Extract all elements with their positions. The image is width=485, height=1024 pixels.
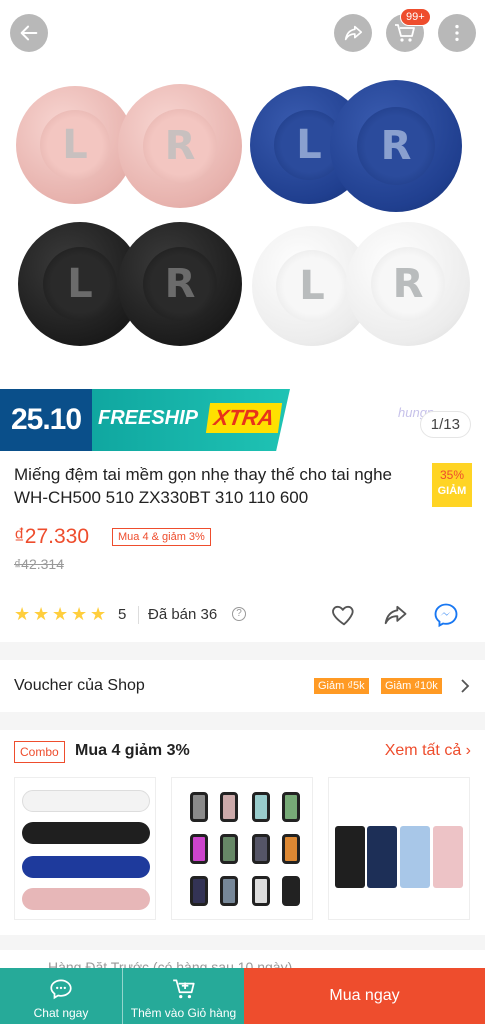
- case-navy: [367, 826, 397, 888]
- bottom-action-bar: Chat ngay Thêm vào Giỏ hàng Mua ngay: [0, 968, 485, 1024]
- original-price: ₫42.314: [14, 556, 65, 572]
- chat-now-label: Chat ngay: [33, 1006, 89, 1020]
- back-button[interactable]: [10, 14, 48, 52]
- star-icon: ★: [71, 604, 88, 624]
- add-to-cart-label: Thêm vào Giỏ hàng: [130, 1006, 237, 1020]
- combo-tag: Combo: [14, 741, 65, 763]
- earpad-blue-right: R: [330, 80, 462, 212]
- chat-now-button[interactable]: Chat ngay: [0, 968, 122, 1024]
- messenger-share-button[interactable]: [432, 601, 460, 629]
- combo-section: Combo Mua 4 giảm 3% Xem tất cả ›: [0, 730, 485, 935]
- case-pink: [433, 826, 463, 888]
- strap-icon: [252, 792, 270, 822]
- buy-now-label: Mua ngay: [329, 987, 400, 1004]
- strap-icon: [190, 834, 208, 864]
- share-icon: [344, 25, 363, 41]
- sold-count: Đã bán 36: [148, 606, 218, 623]
- share-button[interactable]: [334, 14, 372, 52]
- cart-button[interactable]: 99+: [386, 8, 431, 52]
- add-cart-icon: [172, 979, 195, 999]
- combo-product-cases[interactable]: [328, 777, 470, 920]
- strap-icon: [282, 834, 300, 864]
- strap-icon: [220, 792, 238, 822]
- star-icon: ★: [33, 604, 50, 624]
- divider: [138, 606, 139, 624]
- star-icon: ★: [90, 604, 107, 624]
- strap-icon: [282, 792, 300, 822]
- shop-voucher-row[interactable]: Voucher của Shop Giảm ₫5k Giảm ₫10k: [0, 660, 485, 712]
- discount-badge: 35% GIẢM: [432, 463, 472, 507]
- see-all-link[interactable]: Xem tất cả ›: [385, 742, 471, 760]
- product-image[interactable]: L R L R L R L R 99+: [0, 0, 485, 389]
- chevron-right-icon: ›: [465, 742, 471, 759]
- share-icon: [384, 605, 407, 625]
- product-info: Miếng đệm tai mềm gọn nhẹ thay thế cho t…: [0, 451, 485, 642]
- product-title: Miếng đệm tai mềm gọn nhẹ thay thế cho t…: [14, 465, 393, 507]
- bundle-promo-tag[interactable]: Mua 4 & giảm 3%: [112, 528, 211, 546]
- current-price: ₫27.330: [14, 525, 90, 548]
- strap-icon: [252, 876, 270, 906]
- promo-banner: 25.10 FREESHIP XTRA hungp... 1/13: [0, 389, 485, 451]
- chevron-right-icon: [461, 679, 470, 693]
- messenger-icon: [434, 603, 458, 628]
- headband-blue: [22, 856, 150, 878]
- banner-xtra: XTRA: [205, 403, 282, 433]
- preorder-notice: Hàng Đặt Trước (có hàng sau 10 ngày): [0, 950, 485, 970]
- product-page: L R L R L R L R 99+ 25.10 FREESHIP XTRA …: [0, 0, 485, 1024]
- heart-icon: [332, 605, 354, 626]
- combo-product-headband[interactable]: [14, 777, 156, 920]
- banner-date: 25.10: [0, 389, 92, 451]
- more-vertical-icon: [455, 24, 459, 42]
- buy-now-button[interactable]: Mua ngay: [244, 968, 485, 1024]
- combo-product-straps[interactable]: [171, 777, 313, 920]
- headband-pink: [22, 888, 150, 910]
- back-arrow-icon: [20, 25, 38, 41]
- help-icon[interactable]: ?: [232, 607, 246, 621]
- rating-value: 5: [118, 606, 127, 623]
- strap-icon: [282, 876, 300, 906]
- discount-percent: 35%: [439, 468, 465, 482]
- see-all-label: Xem tất cả: [384, 742, 462, 759]
- earpad-pink-right: R: [118, 84, 242, 208]
- star-icon: ★: [52, 604, 69, 624]
- headband-white: [22, 790, 150, 812]
- banner-freeship: FREESHIP: [98, 407, 199, 429]
- star-icon: ★: [14, 604, 31, 624]
- earpad-pink-left: L: [16, 86, 134, 204]
- chat-icon: [50, 979, 72, 1000]
- add-to-cart-button[interactable]: Thêm vào Giỏ hàng: [122, 968, 244, 1024]
- star-rating: ★ ★ ★ ★ ★: [14, 604, 107, 624]
- case-black: [335, 826, 365, 888]
- discount-label: GIẢM: [437, 485, 467, 497]
- voucher-tag[interactable]: Giảm ₫5k: [314, 678, 369, 694]
- favorite-button[interactable]: [330, 601, 358, 629]
- image-counter: 1/13: [419, 411, 471, 438]
- strap-icon: [252, 834, 270, 864]
- strap-icon: [190, 792, 208, 822]
- voucher-tag[interactable]: Giảm ₫10k: [381, 678, 442, 694]
- strap-icon: [190, 876, 208, 906]
- voucher-label: Voucher của Shop: [14, 677, 145, 694]
- earpad-black-right: R: [118, 222, 242, 346]
- case-light-blue: [400, 826, 430, 888]
- strap-icon: [220, 876, 238, 906]
- combo-title: Mua 4 giảm 3%: [75, 742, 190, 759]
- headband-black: [22, 822, 150, 844]
- more-button[interactable]: [438, 14, 476, 52]
- earpad-white-right: R: [346, 222, 470, 346]
- cart-count-badge: 99+: [400, 8, 431, 26]
- share-product-button[interactable]: [381, 601, 409, 629]
- strap-icon: [220, 834, 238, 864]
